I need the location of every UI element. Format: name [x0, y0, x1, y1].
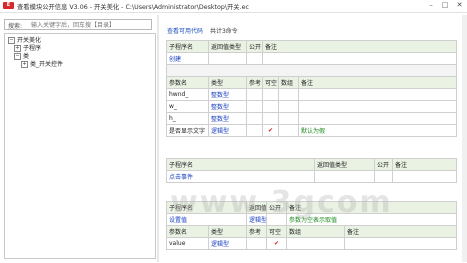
col-sub-name: 子程序名	[166, 40, 209, 53]
col-param-ref: 参考	[246, 76, 263, 89]
tree-node-switch-class[interactable]: + 类_开关控件	[21, 61, 63, 69]
collapse-icon[interactable]: −	[14, 53, 21, 60]
sub-name-cell[interactable]: 设置值	[165, 213, 248, 226]
col-param-ref: 参考	[246, 225, 268, 238]
col-return-type: 返回值类型	[314, 158, 375, 171]
col-public: 公开	[374, 158, 393, 171]
pane-splitter[interactable]	[157, 15, 159, 262]
tree-node-classes[interactable]: − 类	[14, 53, 29, 61]
table-row[interactable]: 是否显示文字 逻辑型 ✔ 默认为假	[166, 124, 457, 137]
command-count: 共计3命令	[209, 28, 238, 35]
col-param-note: 备注	[298, 76, 457, 89]
tree-node-label: 类	[23, 53, 30, 60]
table-row[interactable]: 点击事件	[166, 170, 457, 183]
tree-node-label: 类_开关控件	[30, 61, 64, 68]
vertical-scrollbar[interactable]	[462, 15, 467, 262]
minimize-button[interactable]: –	[424, 0, 438, 11]
col-note: 备注	[262, 40, 457, 53]
param-name: h_	[166, 112, 209, 125]
module-tree: − 开关美化 + 子程序 − 类 + 类_开关控件	[4, 33, 156, 259]
col-public: 公开	[246, 40, 263, 53]
param-type[interactable]: 整数型	[208, 112, 247, 125]
col-public: 公开	[266, 201, 288, 214]
nullable-check-icon: ✔	[266, 237, 288, 250]
col-param-nullable: 可空	[262, 76, 279, 89]
close-button[interactable]: ✕	[452, 0, 467, 11]
col-param-note: 备注	[344, 225, 458, 238]
table-header-row: 子程序名 返回值类型 公开 备注	[165, 201, 458, 214]
col-note: 备注	[286, 201, 458, 214]
tree-node-subprograms[interactable]: + 子程序	[14, 45, 41, 53]
param-header-row: 参数名 类型 参考 可空 数组 备注	[166, 225, 458, 238]
collapse-icon[interactable]: −	[8, 37, 15, 44]
param-note: 默认为假	[298, 124, 457, 137]
param-type[interactable]: 逻辑型	[207, 237, 248, 250]
param-type[interactable]: 逻辑型	[208, 124, 247, 137]
col-note: 备注	[392, 158, 457, 171]
table-row[interactable]: 设置值 逻辑型 参数为空表示取值	[165, 213, 458, 226]
table-row[interactable]: w_ 整数型	[166, 100, 457, 113]
col-sub-name: 子程序名	[166, 158, 315, 171]
summary-bar: 查看可用代码 共计3命令	[167, 26, 238, 35]
subroutine-table-setvalue: 子程序名 返回值类型 公开 备注 设置值 逻辑型 参数为空表示取值 参数名 类型…	[165, 201, 458, 250]
note-cell: 参数为空表示取值	[286, 213, 458, 226]
return-type-cell[interactable]: 逻辑型	[246, 213, 268, 226]
expand-icon[interactable]: +	[14, 45, 21, 52]
table-row[interactable]: h_ 整数型	[166, 112, 457, 125]
col-param-name: 参数名	[166, 225, 209, 238]
param-type[interactable]: 整数型	[208, 100, 247, 113]
col-return-type: 返回值类型	[208, 40, 247, 53]
param-name: value	[166, 237, 209, 250]
param-header-row: 参数名 类型 参考 可空 数组 备注	[166, 76, 457, 89]
sub-name-cell[interactable]: 点击事件	[166, 170, 315, 183]
param-name: hwnd_	[166, 88, 209, 101]
table-row[interactable]: hwnd_ 整数型	[166, 88, 457, 101]
param-name: 是否显示文字	[166, 124, 209, 137]
table-row[interactable]: 创建	[166, 52, 457, 65]
col-sub-name: 子程序名	[165, 201, 248, 214]
window-title: 查看模块公开信息 V3.06 - 开关美化 - C:\Users\Adminis…	[17, 4, 249, 11]
table-header-row: 子程序名 返回值类型 公开 备注	[166, 40, 457, 53]
col-param-type: 类型	[207, 225, 248, 238]
col-param-array: 数组	[286, 225, 346, 238]
app-icon: E	[3, 2, 14, 9]
spacer-row	[166, 64, 457, 77]
expand-icon[interactable]: +	[21, 61, 28, 68]
tree-node-root[interactable]: − 开关美化	[8, 37, 41, 45]
col-param-array: 数组	[278, 76, 299, 89]
search-input[interactable]	[31, 21, 149, 29]
maximize-button[interactable]: □	[438, 0, 452, 11]
table-header-row: 子程序名 返回值类型 公开 备注	[166, 158, 457, 171]
view-code-link[interactable]: 查看可用代码	[167, 28, 203, 35]
sub-name-cell[interactable]: 创建	[166, 52, 209, 65]
title-bar: E 查看模块公开信息 V3.06 - 开关美化 - C:\Users\Admin…	[0, 0, 467, 13]
nullable-check-icon: ✔	[262, 124, 279, 137]
param-name: w_	[166, 100, 209, 113]
table-row[interactable]: value 逻辑型 ✔	[166, 237, 458, 250]
tree-node-label: 开关美化	[17, 37, 42, 44]
subroutine-table-click: 子程序名 返回值类型 公开 备注 点击事件	[166, 158, 457, 183]
col-return-type: 返回值类型	[246, 201, 268, 214]
col-param-type: 类型	[208, 76, 247, 89]
search-box: 搜索:	[4, 19, 152, 30]
detail-pane: 查看可用代码 共计3命令 子程序名 返回值类型 公开 备注 创建 参数名 类型 …	[161, 15, 462, 261]
col-param-nullable: 可空	[266, 225, 288, 238]
param-type[interactable]: 整数型	[208, 88, 247, 101]
tree-node-label: 子程序	[23, 45, 42, 52]
col-param-name: 参数名	[166, 76, 209, 89]
subroutine-table-create: 子程序名 返回值类型 公开 备注 创建 参数名 类型 参考 可空 数组 备注 h…	[166, 40, 457, 137]
search-label: 搜索:	[8, 23, 23, 30]
